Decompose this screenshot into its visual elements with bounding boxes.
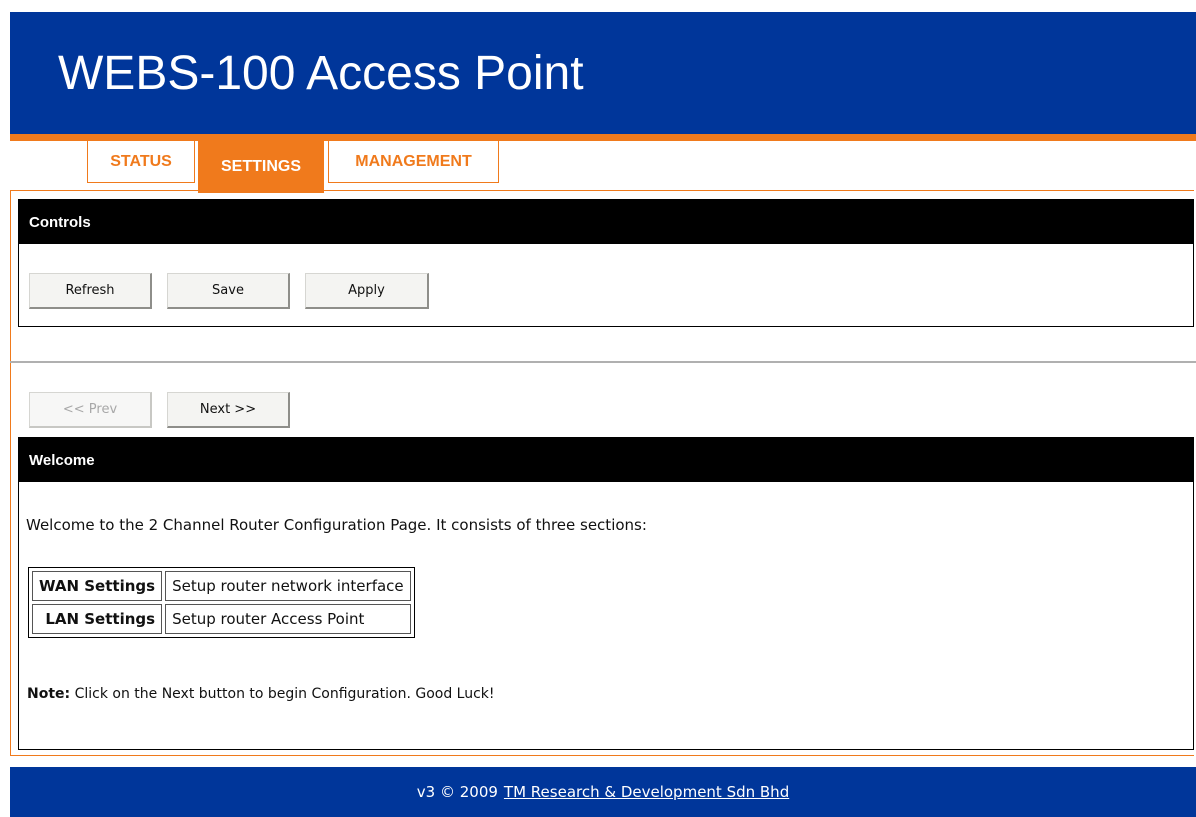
welcome-panel-title: Welcome <box>19 438 1193 482</box>
section-name: WAN Settings <box>32 571 163 601</box>
section-name: LAN Settings <box>32 604 163 634</box>
welcome-intro-text: Welcome to the 2 Channel Router Configur… <box>26 516 647 534</box>
note-body: Click on the Next button to begin Config… <box>70 686 495 702</box>
section-description: Setup router network interface <box>165 571 411 601</box>
footer-copyright: v3 © 2009 <box>416 783 498 801</box>
page-title: WEBS-100 Access Point <box>58 47 584 100</box>
tab-management[interactable]: MANAGEMENT <box>328 141 499 183</box>
footer: v3 © 2009 TM Research & Development Sdn … <box>10 767 1196 817</box>
save-button[interactable]: Save <box>167 273 290 309</box>
section-divider <box>10 361 1196 363</box>
header-accent-stripe <box>10 134 1196 141</box>
footer-company-link[interactable]: TM Research & Development Sdn Bhd <box>504 783 789 801</box>
apply-button[interactable]: Apply <box>305 273 429 309</box>
table-row: WAN Settings Setup router network interf… <box>32 571 411 601</box>
table-row: LAN Settings Setup router Access Point <box>32 604 411 634</box>
controls-panel-title: Controls <box>19 200 1193 244</box>
sections-table: WAN Settings Setup router network interf… <box>28 567 415 638</box>
note-text: Note: Click on the Next button to begin … <box>27 686 495 702</box>
section-description: Setup router Access Point <box>165 604 411 634</box>
prev-button[interactable]: << Prev <box>29 392 152 428</box>
header-banner: WEBS-100 Access Point <box>10 12 1196 134</box>
tab-status[interactable]: STATUS <box>87 141 195 183</box>
note-label: Note: <box>27 686 71 702</box>
next-button[interactable]: Next >> <box>167 392 290 428</box>
tab-settings[interactable]: SETTINGS <box>198 141 324 193</box>
refresh-button[interactable]: Refresh <box>29 273 152 309</box>
